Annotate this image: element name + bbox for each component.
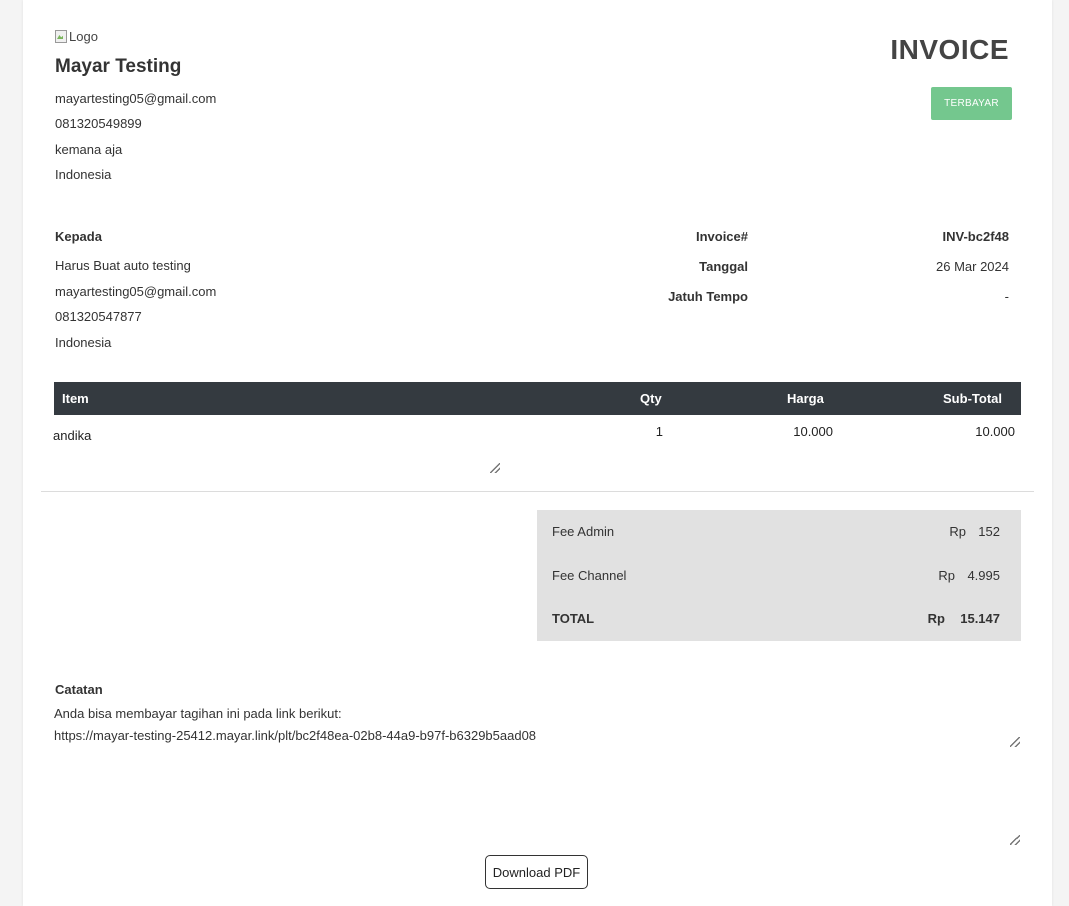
invoice-date-label: Tanggal	[699, 259, 748, 274]
fee-channel-label: Fee Channel	[552, 568, 627, 583]
fee-channel-currency: Rp	[938, 568, 955, 583]
total-label: TOTAL	[552, 611, 595, 626]
notes-line-2: https://mayar-testing-25412.mayar.link/p…	[54, 728, 537, 743]
item-subtotal: 10.000	[975, 424, 1015, 439]
invoice-title: INVOICE	[890, 34, 1009, 65]
totals-panel: Fee Admin Rp 152 Fee Channel Rp 4.995 TO…	[537, 510, 1021, 641]
bill-to-name: Harus Buat auto testing	[55, 258, 191, 273]
broken-image-icon	[54, 28, 68, 44]
company-address: kemana aja	[55, 142, 123, 157]
bill-to-country: Indonesia	[55, 335, 112, 350]
column-header-price: Harga	[787, 391, 824, 406]
company-country: Indonesia	[55, 167, 112, 182]
download-pdf-button[interactable]: Download PDF	[485, 855, 588, 889]
column-header-subtotal: Sub-Total	[943, 391, 1002, 406]
column-header-item: Item	[62, 391, 89, 406]
resize-handle-icon[interactable]	[490, 463, 500, 473]
company-name: Mayar Testing	[55, 56, 182, 77]
item-price: 10.000	[793, 424, 833, 439]
fee-admin-label: Fee Admin	[552, 524, 615, 539]
due-date-value: -	[1004, 289, 1009, 304]
invoice-sheet: Logo Mayar Testing mayartesting05@gmail.…	[23, 0, 1052, 906]
resize-handle-icon[interactable]	[1010, 737, 1020, 747]
notes-heading: Catatan	[55, 682, 103, 697]
company-email: mayartesting05@gmail.com	[55, 91, 217, 106]
status-badge: TERBAYAR	[931, 87, 1012, 120]
bill-to-phone: 081320547877	[55, 309, 142, 324]
company-phone: 081320549899	[55, 116, 142, 131]
fee-admin-amount: 152	[978, 524, 1000, 539]
section-divider	[41, 491, 1034, 492]
due-date-label: Jatuh Tempo	[668, 289, 748, 304]
item-description-field[interactable]: andika	[53, 428, 91, 443]
resize-handle-icon[interactable]	[1010, 835, 1020, 845]
column-header-qty: Qty	[640, 391, 662, 406]
bill-to-email: mayartesting05@gmail.com	[55, 284, 217, 299]
fee-channel-amount: 4.995	[967, 568, 1000, 583]
total-currency: Rp	[927, 611, 945, 626]
bill-to-heading: Kepada	[55, 229, 102, 244]
total-amount: 15.147	[960, 611, 1000, 626]
invoice-number-label: Invoice#	[695, 229, 748, 244]
logo-alt-text: Logo	[69, 28, 98, 44]
items-table-header: Item Qty Harga Sub-Total	[54, 382, 1021, 415]
item-qty: 1	[655, 424, 663, 439]
notes-line-1: Anda bisa membayar tagihan ini pada link…	[54, 706, 342, 721]
company-logo: Logo	[54, 28, 98, 44]
invoice-date-value: 26 Mar 2024	[936, 259, 1009, 274]
notes-textarea[interactable]: Anda bisa membayar tagihan ini pada link…	[54, 703, 1021, 846]
fee-admin-currency: Rp	[949, 524, 966, 539]
invoice-number-value: INV-bc2f48	[942, 229, 1009, 244]
